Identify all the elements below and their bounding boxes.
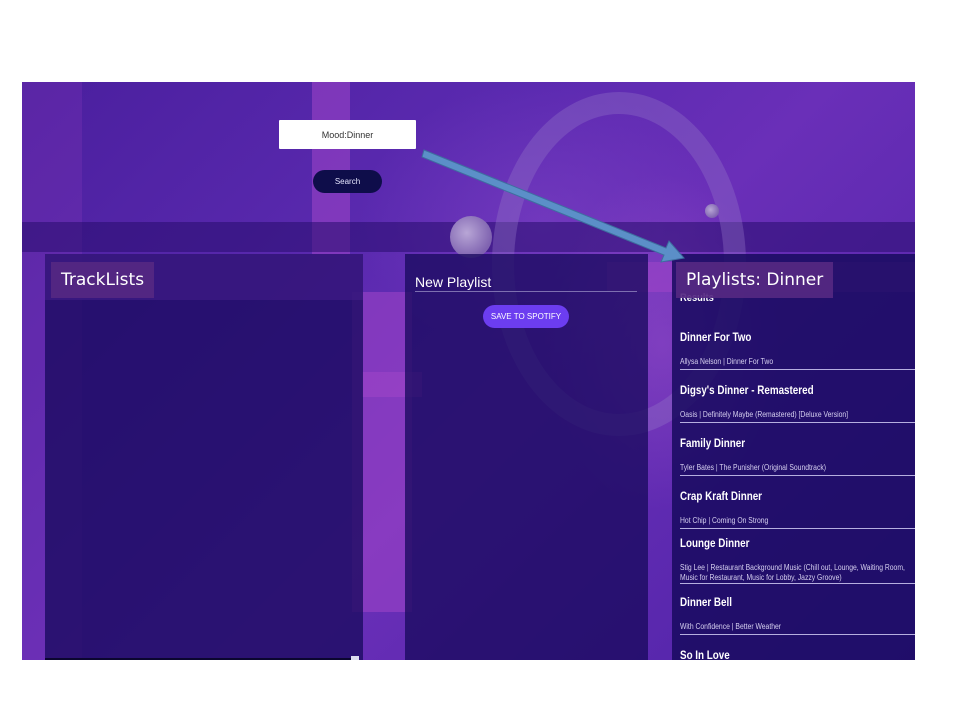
callout-arrow-shape: [421, 149, 685, 263]
callout-arrow-icon: [421, 149, 685, 263]
